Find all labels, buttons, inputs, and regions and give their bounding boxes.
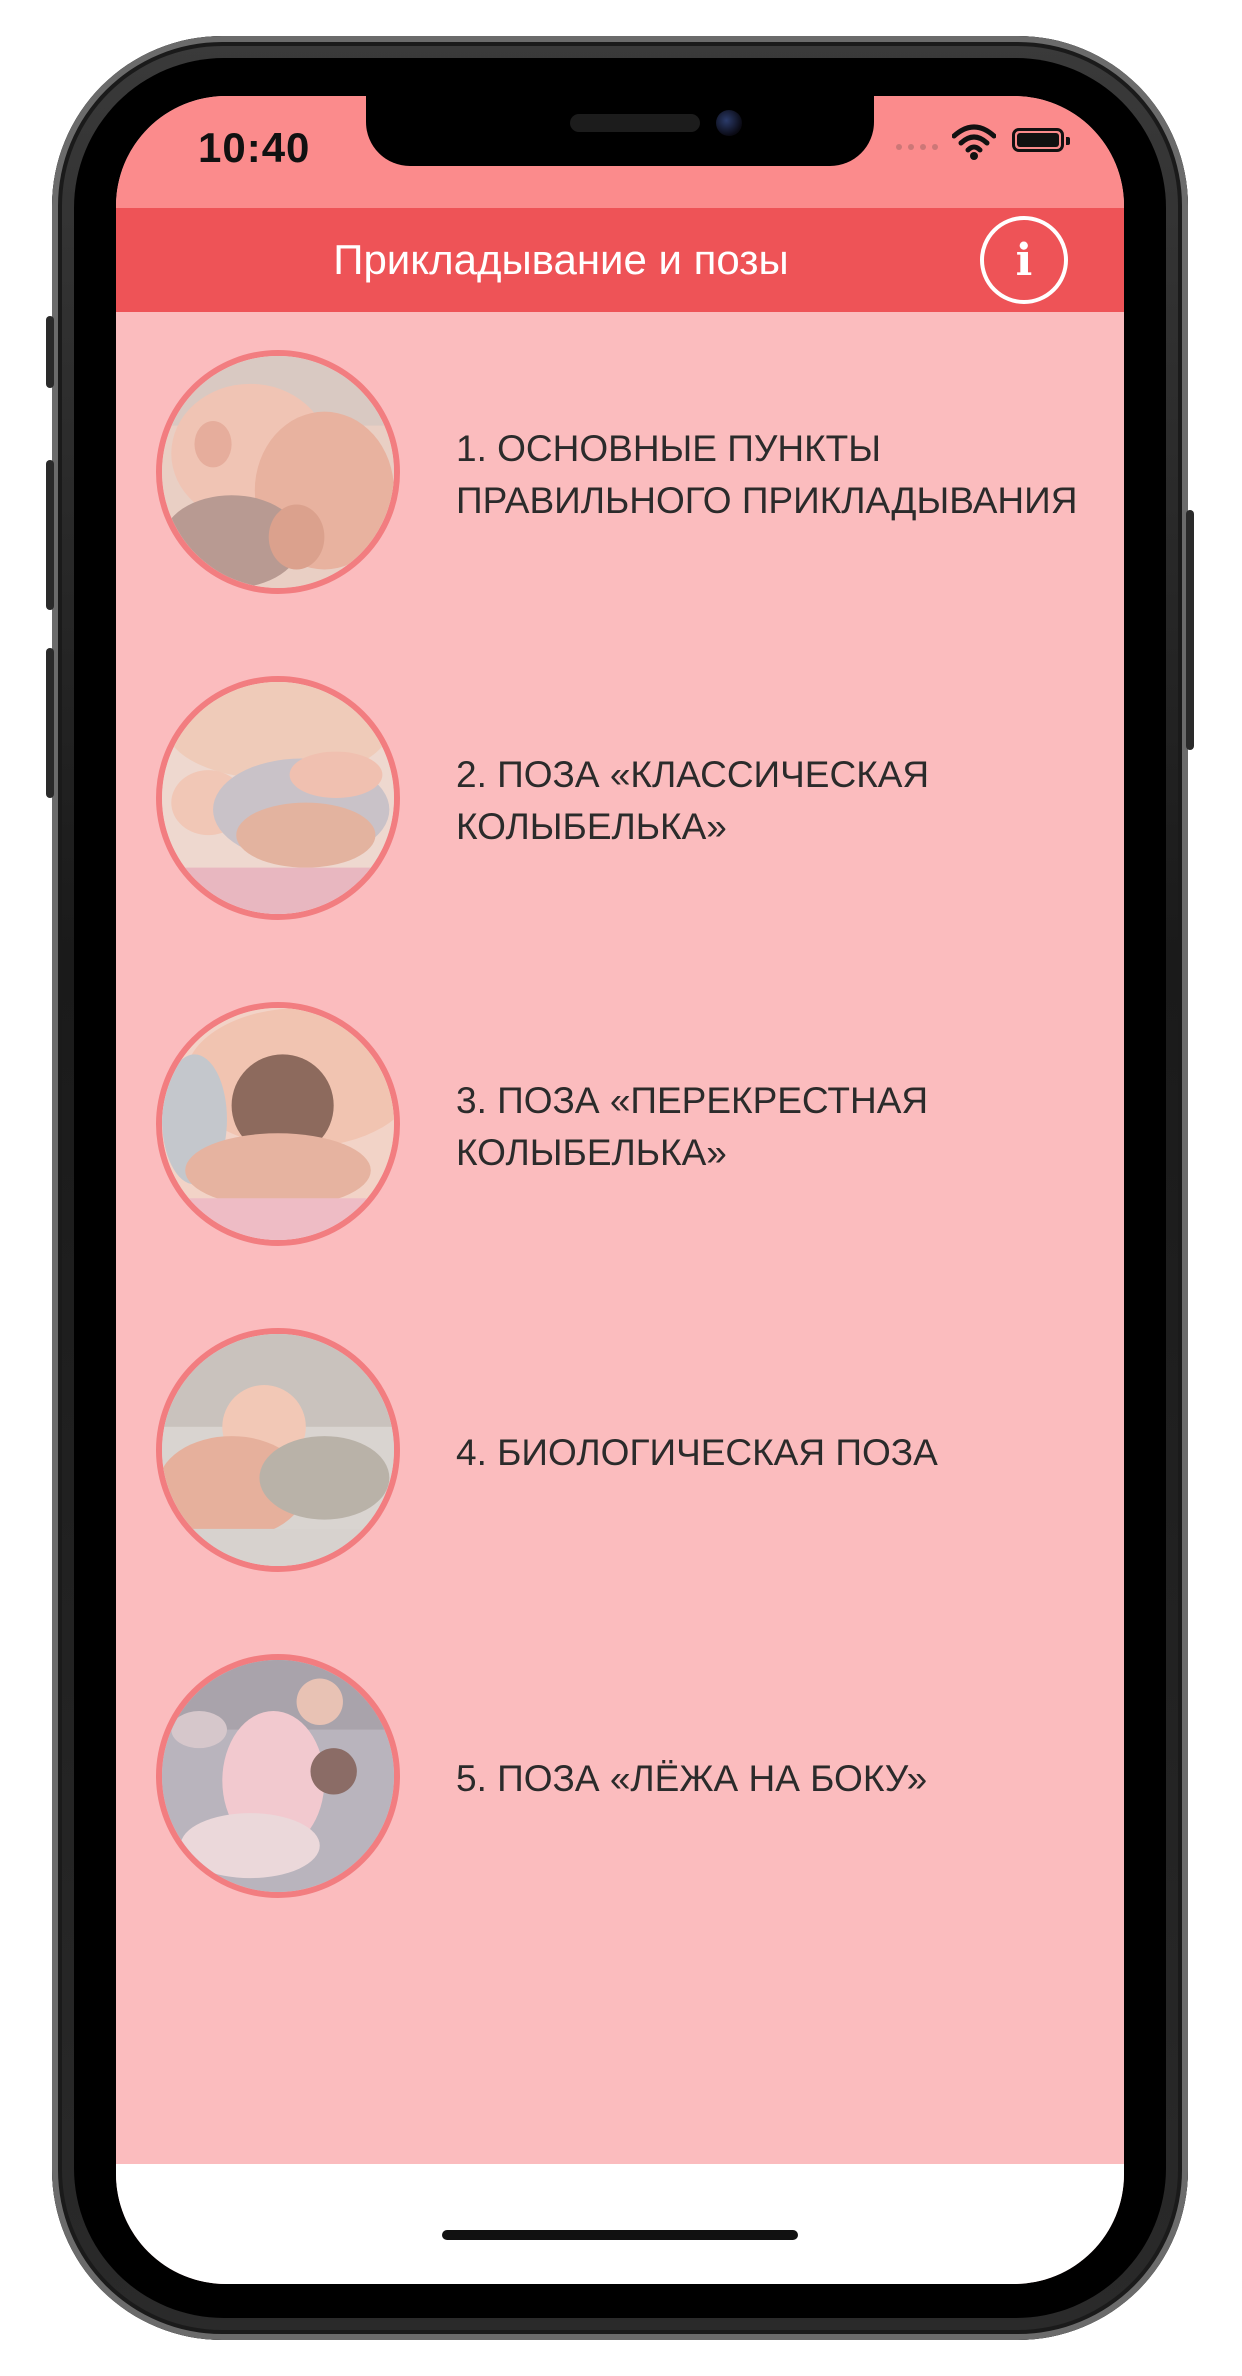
list-item[interactable]: 4. БИОЛОГИЧЕСКАЯ ПОЗА [116, 1290, 1124, 1616]
list-item[interactable]: 1. ОСНОВНЫЕ ПУНКТЫ ПРАВИЛЬНОГО ПРИКЛАДЫВ… [116, 312, 1124, 638]
navigation-bar: Прикладывание и позы i [116, 208, 1124, 312]
volume-down-button [46, 648, 54, 798]
battery-icon [1012, 128, 1070, 152]
photo-breastfeeding-latch-icon [156, 350, 400, 594]
list-item-label: 1. ОСНОВНЫЕ ПУНКТЫ ПРАВИЛЬНОГО ПРИКЛАДЫВ… [456, 428, 1078, 521]
list-item-label: 2. ПОЗА «КЛАССИЧЕСКАЯ КОЛЫБЕЛЬКА» [456, 754, 930, 847]
photo-side-lying-icon [156, 1654, 400, 1898]
power-button [1186, 510, 1194, 750]
front-camera [716, 110, 742, 136]
info-button[interactable]: i [980, 216, 1068, 304]
home-indicator[interactable] [442, 2230, 798, 2240]
list-item[interactable]: 2. ПОЗА «КЛАССИЧЕСКАЯ КОЛЫБЕЛЬКА» [116, 638, 1124, 964]
photo-biological-position-icon [156, 1328, 400, 1572]
volume-up-button [46, 460, 54, 610]
photo-cradle-hold-icon [156, 676, 400, 920]
photo-cross-cradle-hold-icon [156, 1002, 400, 1246]
list-item-label: 4. БИОЛОГИЧЕСКАЯ ПОЗА [456, 1432, 938, 1473]
list-item-label: 5. ПОЗА «ЛЁЖА НА БОКУ» [456, 1758, 928, 1799]
bottom-safe-area [116, 2164, 1124, 2284]
speaker-grille [570, 114, 700, 132]
status-bar: 10:40 [116, 96, 1124, 208]
mute-switch [46, 316, 54, 388]
list-item[interactable]: 5. ПОЗА «ЛЁЖА НА БОКУ» [116, 1616, 1124, 1942]
app-screen: 10:40 Прикладывание и позы i 1. ОСНОВНЫЕ… [116, 96, 1124, 2284]
cellular-signal-icon [896, 144, 938, 150]
list-item[interactable]: 3. ПОЗА «ПЕРЕКРЕСТНАЯ КОЛЫБЕЛЬКА» [116, 964, 1124, 1290]
wifi-icon [952, 124, 996, 160]
list-item-label: 3. ПОЗА «ПЕРЕКРЕСТНАЯ КОЛЫБЕЛЬКА» [456, 1080, 929, 1173]
status-time: 10:40 [198, 124, 311, 171]
info-icon: i [1015, 234, 1033, 286]
page-title: Прикладывание и позы [333, 236, 789, 283]
